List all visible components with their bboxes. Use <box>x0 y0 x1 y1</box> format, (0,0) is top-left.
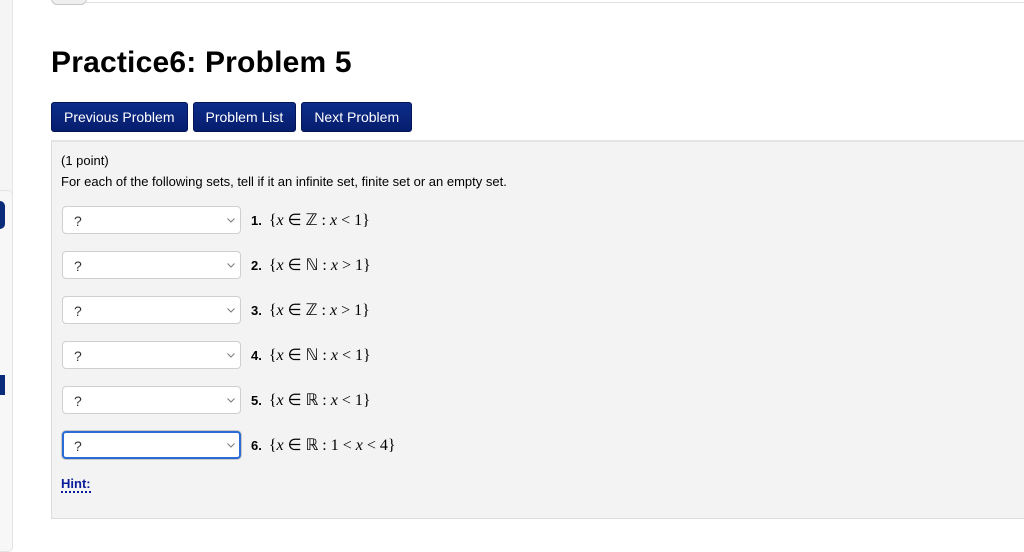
answer-row: ? 1. {x ∈ ℤ : x < 1} <box>62 206 370 234</box>
answer-row: ? 2. {x ∈ ℕ : x > 1} <box>62 251 371 279</box>
answer-row: ? 3. {x ∈ ℤ : x > 1} <box>62 296 370 324</box>
set-notation: {x ∈ ℕ : x > 1} <box>268 257 371 274</box>
previous-problem-button[interactable]: Previous Problem <box>51 102 188 132</box>
chevron-down-icon <box>227 353 235 358</box>
answer-select-value: ? <box>74 348 82 364</box>
item-number: 1. <box>251 213 262 228</box>
hint-link[interactable]: Hint: <box>61 477 91 493</box>
set-expression: 4. {x ∈ ℕ : x < 1} <box>251 345 371 365</box>
answer-select-value: ? <box>74 438 82 454</box>
top-tab[interactable] <box>51 0 87 5</box>
chevron-down-icon <box>227 398 235 403</box>
left-sidebar-edge <box>0 0 13 552</box>
item-number: 5. <box>251 393 262 408</box>
item-number: 4. <box>251 348 262 363</box>
answer-select-value: ? <box>74 303 82 319</box>
set-expression: 6. {x ∈ ℝ : 1 < x < 4} <box>251 435 396 455</box>
set-notation: {x ∈ ℝ : 1 < x < 4} <box>268 437 396 454</box>
answer-select[interactable]: ? <box>62 341 241 369</box>
set-expression: 1. {x ∈ ℤ : x < 1} <box>251 210 370 230</box>
set-expression: 2. {x ∈ ℕ : x > 1} <box>251 255 371 275</box>
answer-select[interactable]: ? <box>62 431 241 459</box>
page-title: Practice6: Problem 5 <box>51 46 352 79</box>
sidebar-button-edge[interactable] <box>0 201 5 229</box>
item-number: 6. <box>251 438 262 453</box>
answer-select[interactable]: ? <box>62 206 241 234</box>
sidebar-button-edge[interactable] <box>0 375 5 395</box>
problem-body: (1 point) For each of the following sets… <box>51 140 1024 519</box>
problem-instructions: For each of the following sets, tell if … <box>61 174 507 189</box>
item-number: 2. <box>251 258 262 273</box>
answer-select[interactable]: ? <box>62 251 241 279</box>
answer-select[interactable]: ? <box>62 296 241 324</box>
answer-select-value: ? <box>74 393 82 409</box>
answer-row: ? 5. {x ∈ ℝ : x < 1} <box>62 386 371 414</box>
set-expression: 5. {x ∈ ℝ : x < 1} <box>251 390 371 410</box>
set-notation: {x ∈ ℕ : x < 1} <box>268 347 371 364</box>
chevron-down-icon <box>227 308 235 313</box>
answer-select-value: ? <box>74 258 82 274</box>
answer-select-value: ? <box>74 213 82 229</box>
set-notation: {x ∈ ℤ : x < 1} <box>268 212 370 229</box>
answer-row: ? 6. {x ∈ ℝ : 1 < x < 4} <box>62 431 396 459</box>
chevron-down-icon <box>227 443 235 448</box>
set-notation: {x ∈ ℝ : x < 1} <box>268 392 371 409</box>
answer-select[interactable]: ? <box>62 386 241 414</box>
chevron-down-icon <box>227 263 235 268</box>
problem-list-button[interactable]: Problem List <box>192 102 297 132</box>
item-number: 3. <box>251 303 262 318</box>
answer-row: ? 4. {x ∈ ℕ : x < 1} <box>62 341 371 369</box>
top-divider <box>86 2 1024 3</box>
set-notation: {x ∈ ℤ : x > 1} <box>268 302 370 319</box>
next-problem-button[interactable]: Next Problem <box>301 102 413 132</box>
sidebar-panel <box>0 190 13 552</box>
problem-points: (1 point) <box>61 153 109 168</box>
chevron-down-icon <box>227 218 235 223</box>
set-expression: 3. {x ∈ ℤ : x > 1} <box>251 300 370 320</box>
problem-nav: Previous Problem Problem List Next Probl… <box>51 102 413 132</box>
